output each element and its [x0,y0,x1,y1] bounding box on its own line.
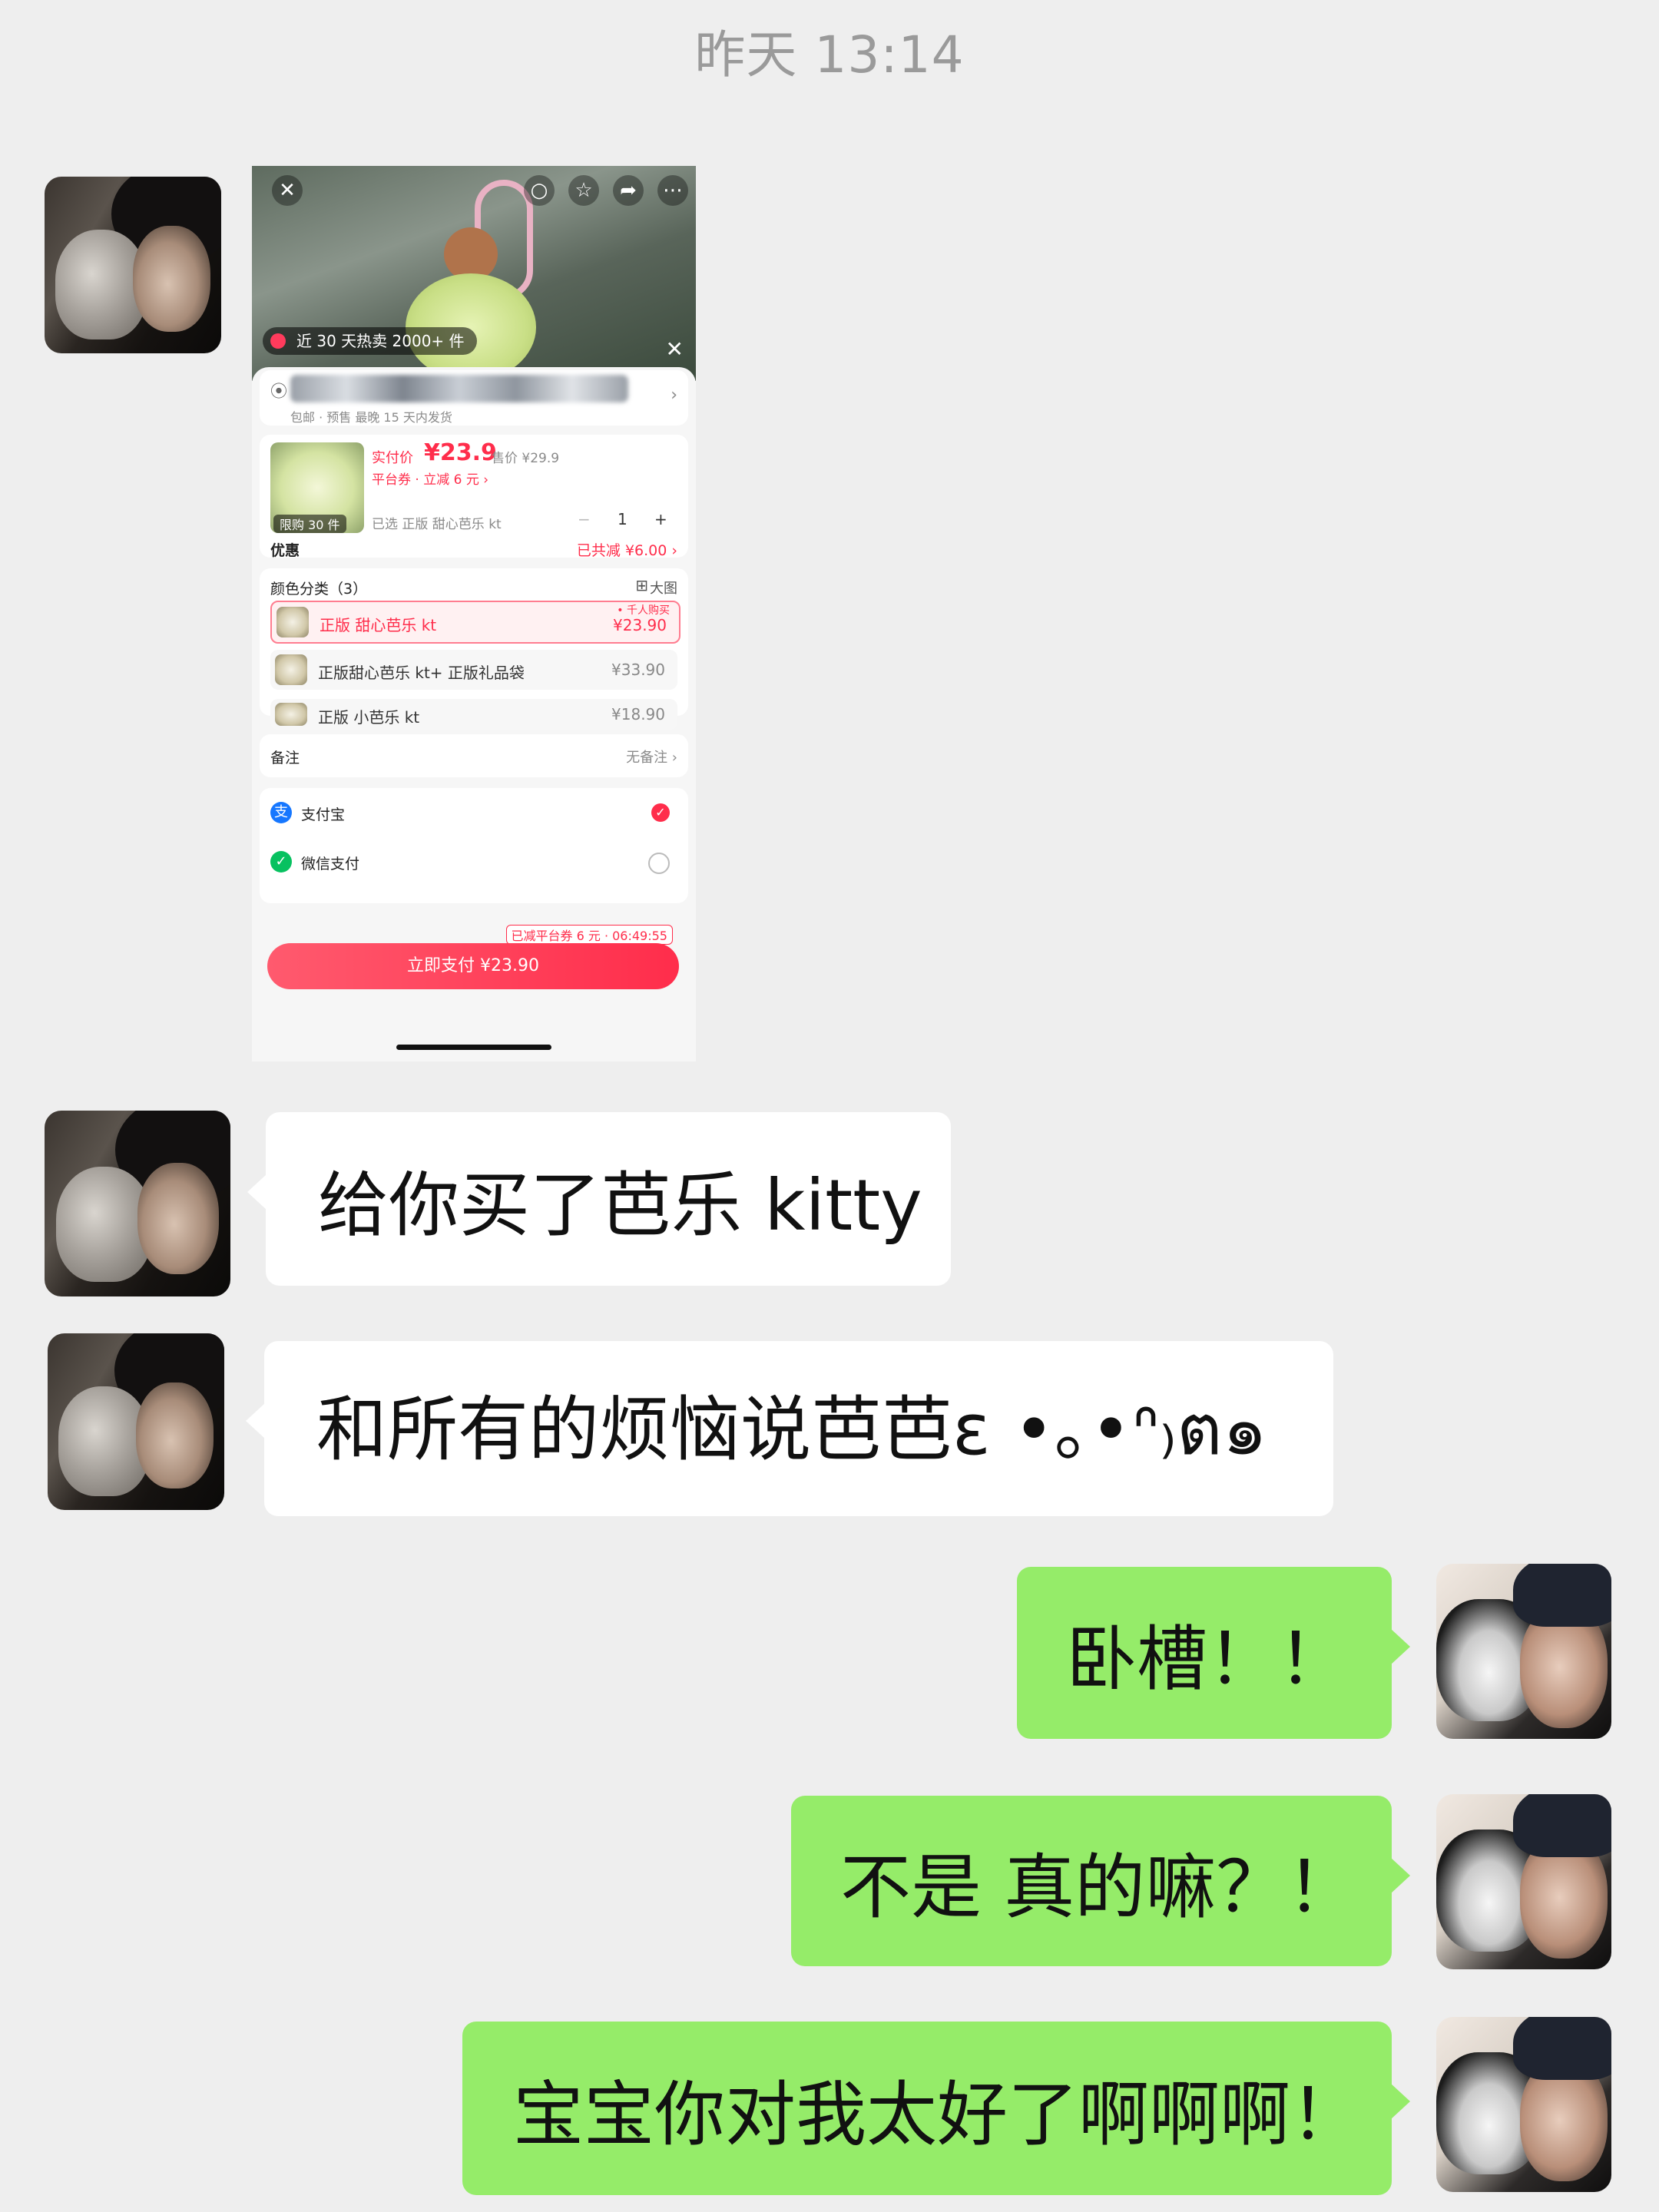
variant-option-2[interactable]: 正版甜心芭乐 kt+ 正版礼品袋 ¥33.90 [270,650,677,690]
discount-value[interactable]: 已共减 ¥6.00 › [577,539,677,560]
my-avatar[interactable] [1436,2017,1611,2192]
my-avatar[interactable] [1436,1794,1611,1969]
friend-avatar[interactable] [45,177,221,353]
variant-price: ¥23.90 [613,616,667,634]
message-text: 不是 真的嘛？！ [840,1846,1358,1929]
message-text: 卧槽！！ [1066,1618,1349,1700]
selected-variant: 已选 正版 甜心芭乐 kt [372,517,502,532]
message-bubble[interactable]: 和所有的烦恼说芭芭ε •｡•ᐢ₎ต๑ [246,1341,1333,1516]
variant-thumbnail [276,607,309,637]
message-bubble[interactable]: 卧槽！！ [1017,1567,1410,1739]
wechat-radio-icon[interactable] [648,853,670,874]
coupon-line: 平台券 · 立减 6 元 › [372,472,489,488]
close-icon: ✕ [665,336,684,362]
sold-count-badge: 近 30 天热卖 2000+ 件 [263,327,477,355]
message-text: 和所有的烦恼说芭芭ε •｡•ᐢ₎ต๑ [316,1388,1268,1471]
message-text: 宝宝你对我太好了啊啊啊！ [513,2073,1362,2156]
alipay-icon: 支 [270,802,292,823]
quantity-value: 1 [618,510,628,528]
friend-avatar[interactable] [45,1111,230,1296]
message-bubble[interactable]: 宝宝你对我太好了啊啊啊！ [462,2022,1410,2195]
search-icon: ○ [524,175,555,206]
remark-row[interactable]: 备注 无备注 › [260,734,688,777]
home-indicator [396,1045,551,1050]
big-image-label[interactable]: 大图 [650,578,677,598]
my-avatar[interactable] [1436,1564,1611,1739]
pay-label: 实付价 [372,450,413,466]
remark-value: 无备注 › [626,750,677,766]
countdown-note: 已减平台券 6 元 · 06:49:55 [505,925,673,945]
variant-thumbnail [275,703,307,726]
variant-label: 正版甜心芭乐 kt+ 正版礼品袋 [318,664,525,682]
variant-thumbnail [275,654,307,685]
alipay-checked-icon[interactable]: ✓ [651,803,670,822]
variant-tag: • 千人购买 [617,604,670,617]
more-icon: ⋯ [657,175,688,206]
color-header: 颜色分类（3） [270,581,368,598]
discount-label: 优惠 [270,542,300,559]
chat-timestamp: 昨天 13:14 [694,25,965,84]
address-card: ⦿ 包邮 · 预售 最晚 15 天内发货 › [260,370,688,426]
product-card: 限购 30 件 实付价 ¥23.9 售价 ¥29.9 平台券 · 立减 6 元 … [260,435,688,560]
message-bubble[interactable]: 不是 真的嘛？！ [791,1796,1410,1966]
minus-icon[interactable]: − [578,510,591,528]
shared-order-screenshot[interactable]: ✕ ○ ☆ ➦ ⋯ 近 30 天热卖 2000+ 件 ✕ ⦿ 包邮 · 预售 最… [252,166,696,1061]
payment-method-wechat[interactable]: 微信支付 [301,853,359,873]
variant-label: 正版 甜心芭乐 kt [320,616,437,634]
limit-badge: 限购 30 件 [273,515,346,533]
grid-icon: ⊞ [635,576,648,594]
message-bubble[interactable]: 给你买了芭乐 kitty [247,1112,951,1286]
pay-now-button[interactable]: 立即支付 ¥23.90 [267,943,679,989]
variant-option-3[interactable]: 正版 小芭乐 kt ¥18.90 [270,699,677,730]
payment-method-alipay[interactable]: 支付宝 [301,803,345,824]
variant-price: ¥18.90 [611,705,665,724]
variant-option-1[interactable]: 正版 甜心芭乐 kt • 千人购买 ¥23.90 [270,601,680,644]
remark-label: 备注 [270,750,300,767]
close-icon: ✕ [272,175,303,206]
quantity-stepper[interactable]: − 1 + [575,508,674,533]
original-price: 售价 ¥29.9 [492,451,560,466]
message-text: 给你买了芭乐 kitty [318,1164,922,1247]
friend-avatar[interactable] [48,1333,224,1510]
variants-card: 颜色分类（3） ⊞ 大图 正版 甜心芭乐 kt • 千人购买 ¥23.90 正版… [260,568,688,730]
chevron-right-icon: › [671,386,677,405]
star-icon: ☆ [568,175,599,206]
shipping-note: 包邮 · 预售 最晚 15 天内发货 [290,410,452,425]
location-icon: ⦿ [270,382,288,402]
variant-label: 正版 小芭乐 kt [318,708,420,727]
price: ¥23.9 [424,439,497,466]
share-icon: ➦ [613,175,644,206]
payment-card: 支 支付宝 ✓ ✓ 微信支付 [260,788,688,903]
plus-icon[interactable]: + [654,510,667,528]
variant-price: ¥33.90 [611,661,665,679]
wechat-pay-icon: ✓ [270,851,292,873]
blurred-address [290,375,628,402]
